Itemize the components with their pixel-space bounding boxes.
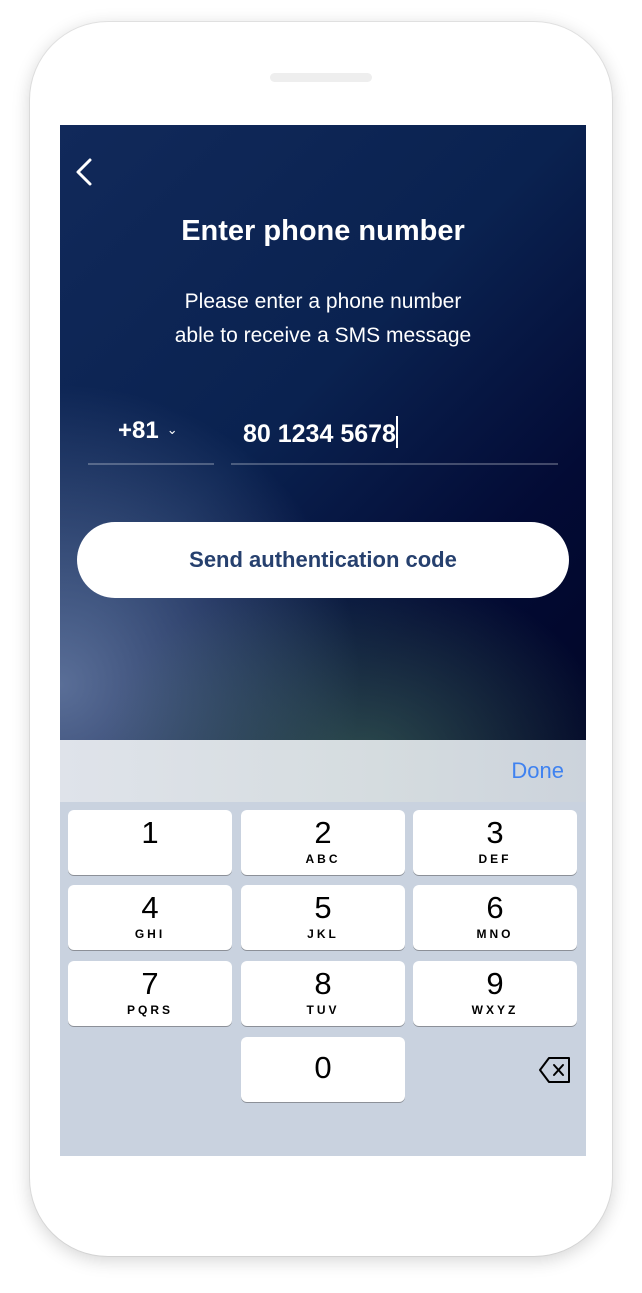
key-2[interactable]: 3 DEF: [413, 810, 577, 875]
key-9[interactable]: 0: [241, 1037, 405, 1102]
key-1[interactable]: 2 ABC: [241, 810, 405, 875]
phone-number-input[interactable]: 80 1234 5678: [231, 413, 558, 465]
key-digit: 0: [314, 1050, 332, 1085]
key-3[interactable]: 4 GHI: [68, 885, 232, 950]
key-0[interactable]: 1: [68, 810, 232, 875]
key-digit: 4: [141, 890, 159, 925]
key-5[interactable]: 6 MNO: [413, 885, 577, 950]
screen: Enter phone number Please enter a phone …: [60, 125, 586, 1156]
subtitle-line: Please enter a phone number: [184, 290, 462, 313]
key-digit: 6: [486, 890, 504, 925]
page-title: Enter phone number: [181, 215, 465, 247]
key-letters: PQRS: [126, 1003, 173, 1017]
key-7[interactable]: 8 TUV: [241, 961, 405, 1026]
key-digit: 9: [486, 966, 504, 1001]
key-digit: 8: [314, 966, 332, 1001]
phone-number-value: 80 1234 5678: [243, 420, 396, 448]
key-digit: 7: [141, 966, 159, 1001]
key-letters: GHI: [134, 927, 166, 941]
key-digit: 1: [141, 815, 159, 850]
backspace-icon: [539, 1056, 570, 1083]
send-authentication-code-button[interactable]: Send authentication code: [77, 522, 569, 598]
key-letters: WXYZ: [471, 1003, 519, 1017]
country-code-select[interactable]: +81 ⌄: [88, 413, 214, 465]
key-letters: TUV: [306, 1003, 340, 1017]
key-letters: DEF: [478, 852, 512, 866]
country-code-value: +81: [118, 417, 159, 444]
key-digit: 5: [314, 890, 332, 925]
key-8[interactable]: 9 WXYZ: [413, 961, 577, 1026]
chevron-down-icon: ⌄: [166, 422, 178, 437]
key-letters: MNO: [476, 927, 514, 941]
page-subtitle: Please enter a phone number able to recei…: [60, 285, 586, 353]
key-6[interactable]: 7 PQRS: [68, 961, 232, 1026]
subtitle-line: able to receive a SMS message: [174, 324, 472, 347]
phone-speaker: [270, 73, 372, 82]
key-letters: ABC: [305, 852, 341, 866]
keyboard-toolbar: Done: [60, 740, 586, 802]
done-button[interactable]: Done: [511, 758, 564, 784]
text-cursor: [395, 416, 398, 448]
key-digit: 3: [486, 815, 504, 850]
key-4[interactable]: 5 JKL: [241, 885, 405, 950]
delete-key[interactable]: [473, 1037, 586, 1102]
back-chevron-icon[interactable]: [72, 157, 98, 187]
key-letters: JKL: [307, 927, 339, 941]
key-digit: 2: [314, 815, 332, 850]
